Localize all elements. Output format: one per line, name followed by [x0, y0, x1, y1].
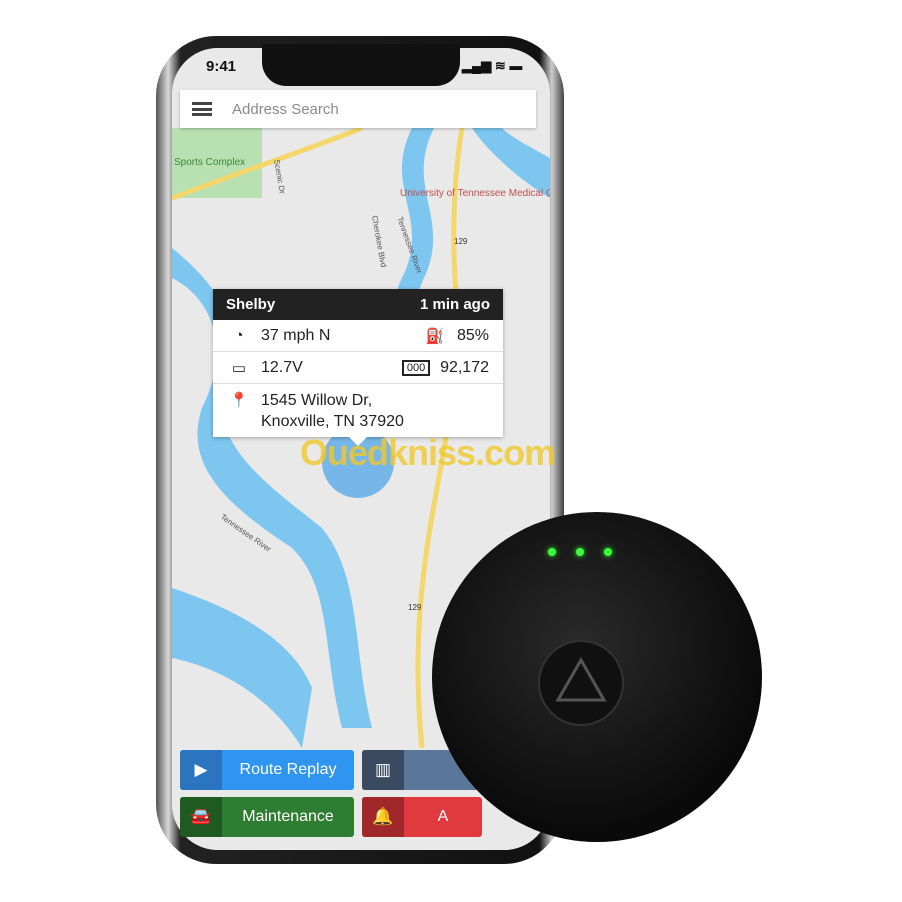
- address-search-bar[interactable]: Address Search: [180, 90, 536, 128]
- status-led: [604, 548, 612, 556]
- alerts-button[interactable]: 🔔 A: [362, 797, 482, 837]
- map-label: University of Tennessee Medical Center: [400, 188, 550, 199]
- location-pin-icon: 📍: [229, 392, 249, 409]
- speedometer-icon: ◔: [234, 327, 244, 344]
- fuel-icon: ⛽: [425, 327, 445, 345]
- fence-icon: ▥: [362, 750, 404, 790]
- status-icons: ▂▄▆ ≋ ▬: [462, 58, 523, 73]
- map-label: 129: [408, 603, 422, 612]
- route-replay-button[interactable]: ▶ Route Replay: [180, 750, 354, 790]
- status-led: [548, 548, 556, 556]
- button-label: Route Replay: [239, 761, 337, 778]
- odometer: 92,172: [440, 358, 489, 376]
- button-label: Maintenance: [242, 808, 334, 825]
- fuel-level: 85%: [456, 326, 489, 344]
- address-line1: 1545 Willow Dr,: [261, 392, 373, 409]
- play-icon: ▶: [180, 750, 222, 790]
- battery-icon: ▭: [231, 359, 247, 377]
- vehicle-info-popup: Shelby 1 min ago ◔ 37 mph N ⛽ 85% ▭ 12.7V 000 9…: [213, 289, 503, 437]
- watermark: Ouedkniss.com: [300, 432, 556, 473]
- status-led: [576, 548, 584, 556]
- button-label: A: [437, 808, 449, 825]
- hamburger-menu-icon[interactable]: [192, 102, 212, 116]
- address-line2: Knoxville, TN 37920: [261, 413, 404, 430]
- maintenance-button[interactable]: 🚘 Maintenance: [180, 797, 354, 837]
- speed: 37 mph N: [261, 326, 331, 344]
- map-label: Sports Complex: [174, 157, 245, 168]
- bell-icon: 🔔: [362, 797, 404, 837]
- odometer-icon: 000: [402, 359, 431, 376]
- status-time: 9:41: [206, 58, 237, 75]
- map-label: 129: [454, 237, 468, 246]
- car-wrench-icon: 🚘: [180, 797, 222, 837]
- device-logo: [538, 640, 624, 726]
- voltage: 12.7V: [261, 358, 303, 376]
- phone-notch: [262, 44, 460, 86]
- search-input[interactable]: Address Search: [232, 101, 339, 118]
- vehicle-name: Shelby: [226, 296, 276, 313]
- last-update: 1 min ago: [419, 296, 490, 313]
